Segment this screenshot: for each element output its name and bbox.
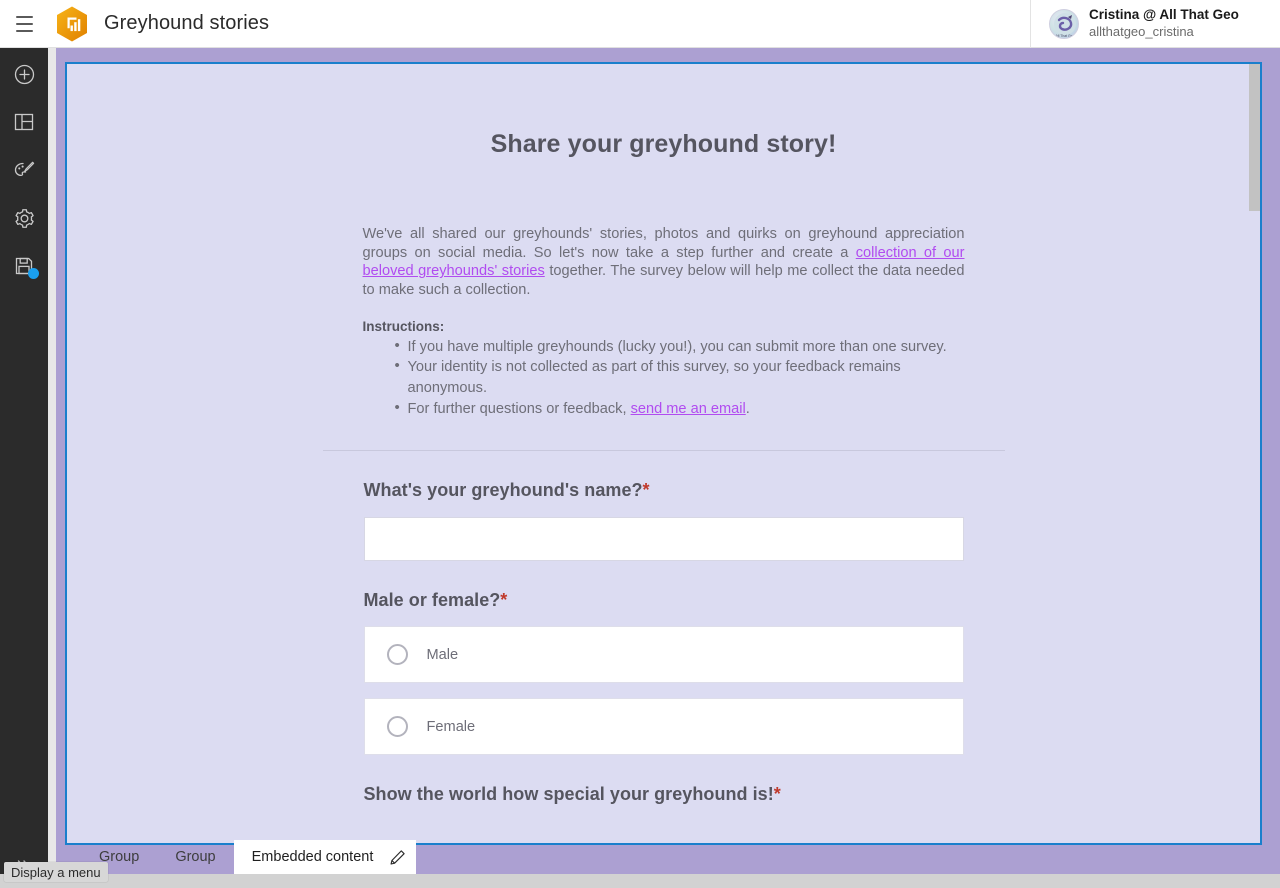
user-account-menu[interactable]: All That Geo Cristina @ All That Geo all… bbox=[1030, 0, 1280, 48]
user-text-block: Cristina @ All That Geo allthatgeo_crist… bbox=[1089, 7, 1239, 40]
question-greyhound-name: What's your greyhound's name?* bbox=[363, 480, 964, 562]
list-item: If you have multiple greyhounds (lucky y… bbox=[363, 336, 965, 358]
survey-title: Share your greyhound story! bbox=[490, 130, 837, 158]
form-scrollbar-track[interactable] bbox=[1249, 64, 1260, 843]
list-item: For further questions or feedback, send … bbox=[363, 398, 965, 420]
tooltip: Display a menu bbox=[4, 862, 108, 882]
instructions-label: Instructions: bbox=[362, 318, 445, 334]
question-label-text: What's your greyhound's name? bbox=[363, 480, 643, 501]
radio-option-label: Male bbox=[426, 646, 459, 663]
survey-form-scroll-area: Share your greyhound story! We've all sh… bbox=[67, 64, 1260, 843]
question-label-text: Show the world how special your greyhoun… bbox=[363, 784, 774, 805]
required-marker: * bbox=[642, 480, 650, 501]
radio-option-female[interactable]: Female bbox=[363, 698, 964, 756]
instructions-list: If you have multiple greyhounds (lucky y… bbox=[363, 336, 965, 420]
sidebar-item-add-widget[interactable] bbox=[0, 50, 48, 98]
tab-label: Embedded content bbox=[251, 849, 374, 865]
user-handle: allthatgeo_cristina bbox=[1089, 24, 1194, 40]
tab-embedded-content[interactable]: Embedded content bbox=[233, 840, 417, 874]
bullet-post-text: . bbox=[745, 400, 750, 417]
radio-icon[interactable] bbox=[386, 644, 408, 666]
question-gender: Male or female?* Male Female bbox=[363, 590, 964, 756]
left-toolbar-rail bbox=[0, 48, 48, 888]
required-marker: * bbox=[773, 784, 781, 805]
user-name: Cristina @ All That Geo bbox=[1089, 7, 1239, 23]
unsaved-changes-badge bbox=[28, 268, 39, 279]
list-item: Your identity is not collected as part o… bbox=[363, 356, 965, 398]
tab-group-2[interactable]: Group bbox=[157, 840, 233, 874]
tab-label: Group bbox=[175, 849, 216, 865]
window-bottom-strip bbox=[0, 874, 1280, 888]
design-canvas: Share your greyhound story! We've all sh… bbox=[48, 48, 1280, 888]
bottom-tab-strip: Group Group Embedded content bbox=[48, 840, 1280, 874]
question-label: What's your greyhound's name?* bbox=[364, 480, 964, 501]
pencil-icon[interactable] bbox=[389, 849, 406, 866]
gear-icon bbox=[14, 208, 34, 228]
page-title: Greyhound stories bbox=[104, 12, 270, 34]
bullet-pre-text: For further questions or feedback, bbox=[407, 400, 631, 417]
question-label: Show the world how special your greyhoun… bbox=[364, 784, 964, 805]
sidebar-item-page-layout[interactable] bbox=[0, 98, 48, 146]
sidebar-item-save[interactable] bbox=[0, 242, 48, 290]
embedded-content-widget[interactable]: Share your greyhound story! We've all sh… bbox=[65, 62, 1262, 845]
question-label: Male or female?* bbox=[364, 590, 964, 611]
sidebar-item-theme[interactable] bbox=[0, 146, 48, 194]
experience-builder-logo bbox=[54, 5, 90, 43]
email-link[interactable]: send me an email bbox=[631, 401, 746, 417]
survey-form: Share your greyhound story! We've all sh… bbox=[67, 130, 1260, 843]
app-root: Greyhound stories All That Geo Cristina … bbox=[0, 0, 1280, 888]
form-scrollbar-thumb[interactable] bbox=[1249, 64, 1260, 211]
radio-icon[interactable] bbox=[386, 716, 408, 738]
radio-option-male[interactable]: Male bbox=[363, 626, 964, 684]
plus-circle-icon bbox=[14, 64, 34, 84]
question-show-the-world: Show the world how special your greyhoun… bbox=[364, 784, 964, 805]
page-layout-icon bbox=[14, 113, 34, 131]
hamburger-icon[interactable] bbox=[0, 0, 48, 48]
survey-intro-paragraph: We've all shared our greyhounds' stories… bbox=[363, 225, 965, 300]
question-label-text: Male or female? bbox=[363, 590, 501, 611]
section-divider bbox=[322, 450, 1005, 452]
top-header-bar: Greyhound stories All That Geo Cristina … bbox=[0, 0, 1280, 48]
svg-text:All That Geo: All That Geo bbox=[1056, 34, 1075, 38]
sidebar-item-settings[interactable] bbox=[0, 194, 48, 242]
required-marker: * bbox=[500, 590, 508, 611]
greyhound-name-input[interactable] bbox=[363, 517, 964, 562]
avatar: All That Geo bbox=[1049, 9, 1079, 39]
palette-brush-icon bbox=[14, 161, 35, 177]
radio-option-label: Female bbox=[426, 718, 476, 735]
